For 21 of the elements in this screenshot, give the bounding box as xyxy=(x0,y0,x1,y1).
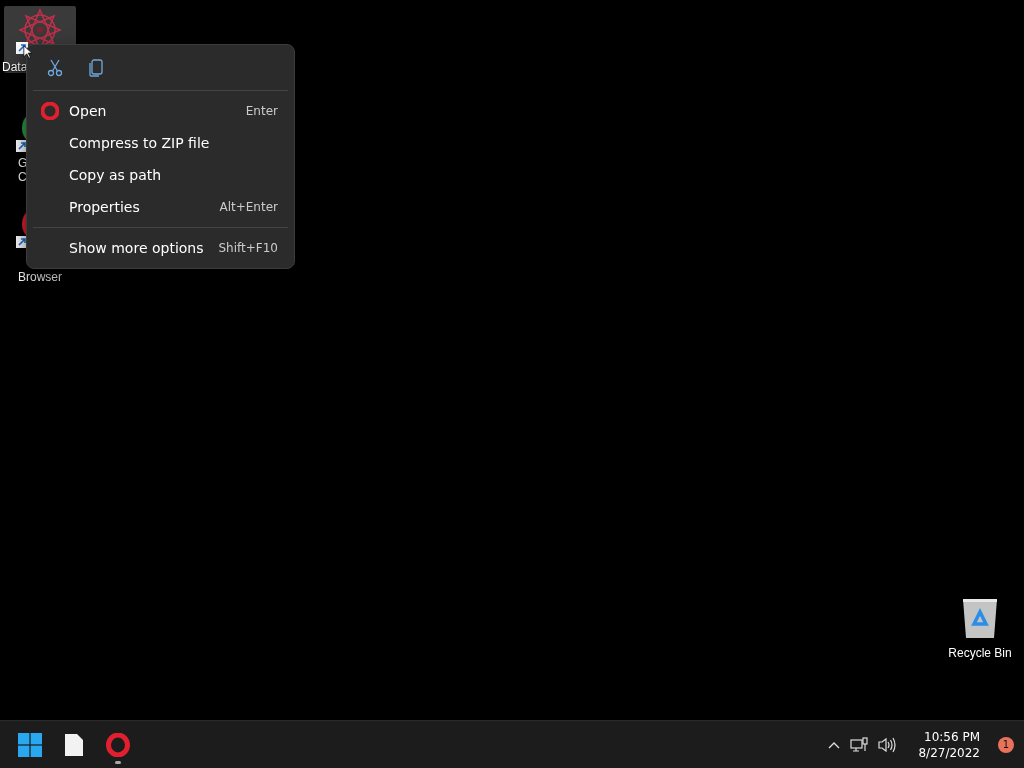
copy-icon[interactable] xyxy=(89,58,103,77)
menu-item[interactable]: Compress to ZIP file xyxy=(31,127,290,159)
icon-label: Browser xyxy=(18,270,62,284)
windows-logo-icon[interactable] xyxy=(18,732,42,757)
icon-label: G xyxy=(18,156,28,170)
mouse-pointer-icon xyxy=(23,45,32,59)
icon-label: Data xyxy=(2,60,28,74)
network-icon[interactable] xyxy=(850,736,869,753)
clock-time[interactable]: 10:56 PM xyxy=(924,728,980,745)
icon-label: C xyxy=(18,170,27,184)
file-icon[interactable] xyxy=(65,733,83,756)
notification-badge[interactable]: 1 xyxy=(998,736,1014,753)
speaker-icon[interactable] xyxy=(878,736,897,753)
menu-item[interactable]: Show more options Shift+F10 xyxy=(31,232,290,264)
menu-item[interactable]: Properties Alt+Enter xyxy=(31,191,290,223)
scissors-icon[interactable] xyxy=(47,58,63,77)
chevron-up-icon[interactable] xyxy=(828,740,841,749)
clock-date[interactable]: 8/27/2022 xyxy=(918,744,980,761)
menu-item[interactable]: Open Enter xyxy=(31,95,290,127)
icon-label: Recycle Bin xyxy=(948,646,1012,660)
menu-item[interactable]: Copy as path xyxy=(31,159,290,191)
